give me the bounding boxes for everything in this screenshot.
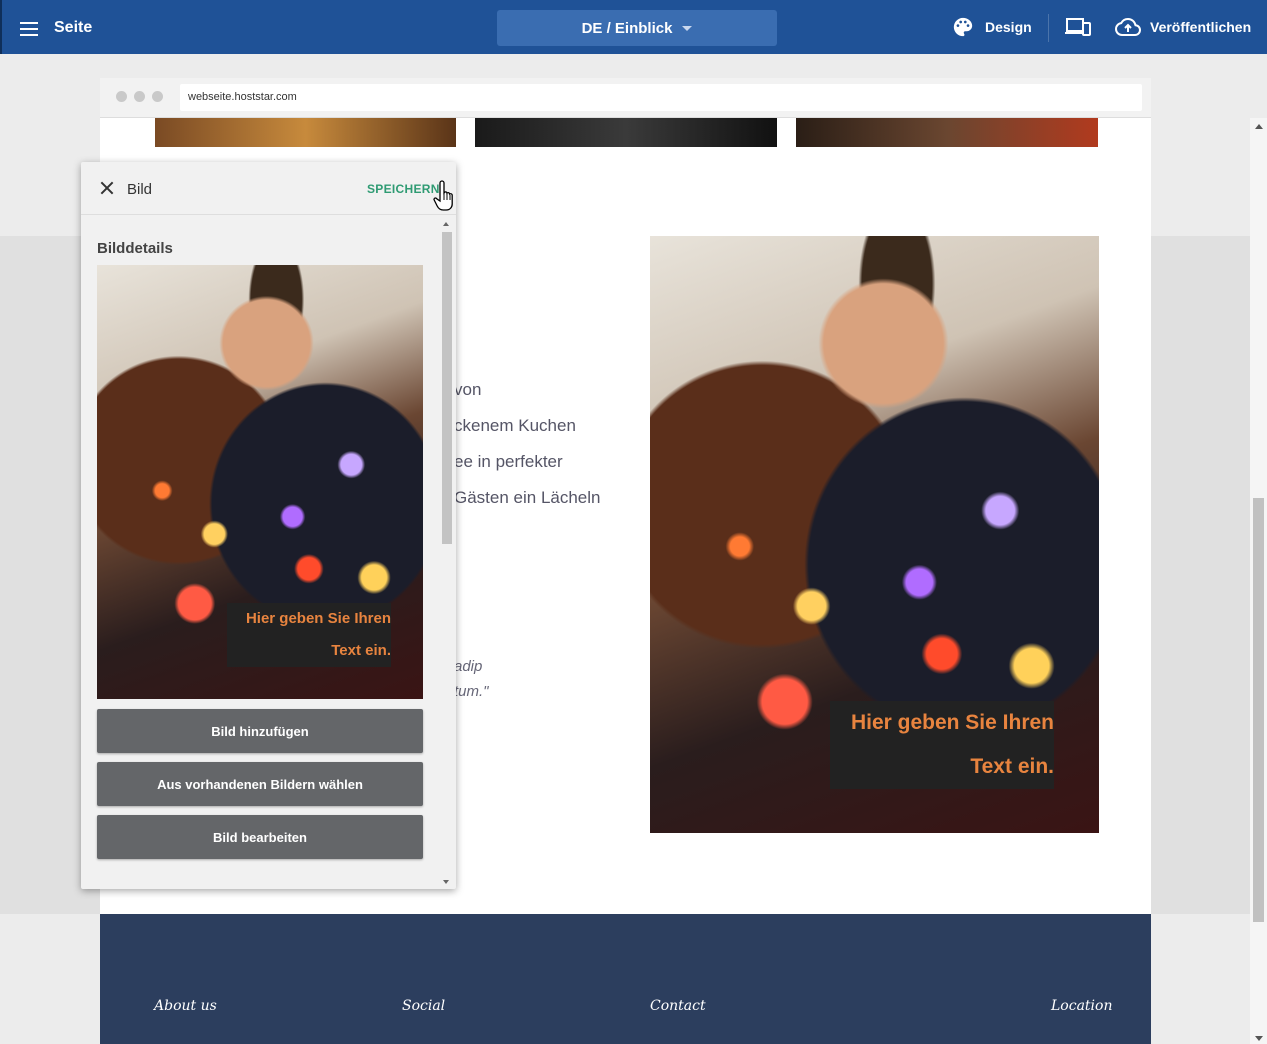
publish-label: Veröffentlichen [1150,19,1252,35]
save-button[interactable]: SPEICHERN [367,182,440,196]
hand-pointer-icon [433,180,453,211]
footer-link-about[interactable]: About us [154,998,217,1014]
preview-caption: Hier geben Sie Ihren Text ein. [227,603,391,667]
gallery-image[interactable] [155,118,456,147]
gallery-image[interactable] [796,118,1098,147]
choose-existing-image-button[interactable]: Aus vorhandenen Bildern wählen [97,762,423,806]
gallery-image[interactable] [475,118,777,147]
body-text-line: ee in perfekter [454,452,563,471]
menu-button[interactable] [20,17,42,37]
content-image[interactable]: Hier geben Sie Ihren Text ein. [650,236,1099,833]
footer-link-contact[interactable]: Contact [650,998,706,1014]
scroll-down-icon[interactable] [1255,1036,1263,1041]
panel-header: Bild SPEICHERN [81,162,456,215]
palette-icon [953,17,973,37]
caption-line: Text ein. [331,642,391,659]
window-dot [116,91,127,102]
panel-scrollbar[interactable] [440,220,454,886]
panel-title: Bild [127,181,153,198]
publish-button[interactable]: Veröffentlichen [1115,0,1251,54]
panel-scrollbar-thumb[interactable] [442,232,452,544]
caption-line: Text ein. [970,755,1054,778]
edit-image-button[interactable]: Bild bearbeiten [97,815,423,859]
close-icon[interactable] [99,180,115,196]
chevron-down-icon [682,25,693,31]
design-label: Design [985,19,1032,35]
top-app-bar: Seite DE / Einblick Design Veröffentlich… [0,0,1267,54]
browser-bar: webseite.hoststar.com [100,78,1151,118]
scroll-up-icon[interactable] [1255,124,1263,129]
body-text-line: von [454,380,482,399]
image-caption: Hier geben Sie Ihren Text ein. [830,701,1054,789]
device-preview-button[interactable] [1064,0,1092,54]
scrollbar-thumb[interactable] [1253,498,1264,922]
footer-link-location[interactable]: Location [1051,998,1112,1014]
window-dot [152,91,163,102]
devices-icon [1065,18,1091,36]
window-dot [134,91,145,102]
toolbar-divider [1048,14,1049,42]
quote-line: tum." [454,683,489,700]
footer-link-social[interactable]: Social [402,998,445,1014]
hamburger-icon [20,19,40,36]
quote-line: adip [454,658,483,675]
image-preview: Hier geben Sie Ihren Text ein. [97,265,423,699]
language-page-selector[interactable]: DE / Einblick [497,10,777,46]
page-scrollbar[interactable] [1250,118,1267,1044]
add-image-button[interactable]: Bild hinzufügen [97,709,423,753]
section-title: Bilddetails [97,240,173,257]
menu-label[interactable]: Seite [54,19,92,37]
image-settings-panel: Bild SPEICHERN Bilddetails Hier geben Si… [81,162,456,889]
language-page-label: DE / Einblick [581,19,673,37]
body-text-line: Gästen ein Lächeln [454,488,601,507]
scroll-down-icon[interactable] [443,880,449,884]
caption-line: Hier geben Sie Ihren [245,610,391,627]
body-text-line: ckenem Kuchen [454,416,576,435]
caption-line: Hier geben Sie Ihren [850,711,1054,734]
url-field: webseite.hoststar.com [180,84,1142,111]
scroll-up-icon[interactable] [443,222,449,226]
site-footer: About us Social Contact Location [100,914,1151,1044]
design-button[interactable]: Design [952,0,1032,54]
cloud-upload-icon [1115,17,1141,36]
